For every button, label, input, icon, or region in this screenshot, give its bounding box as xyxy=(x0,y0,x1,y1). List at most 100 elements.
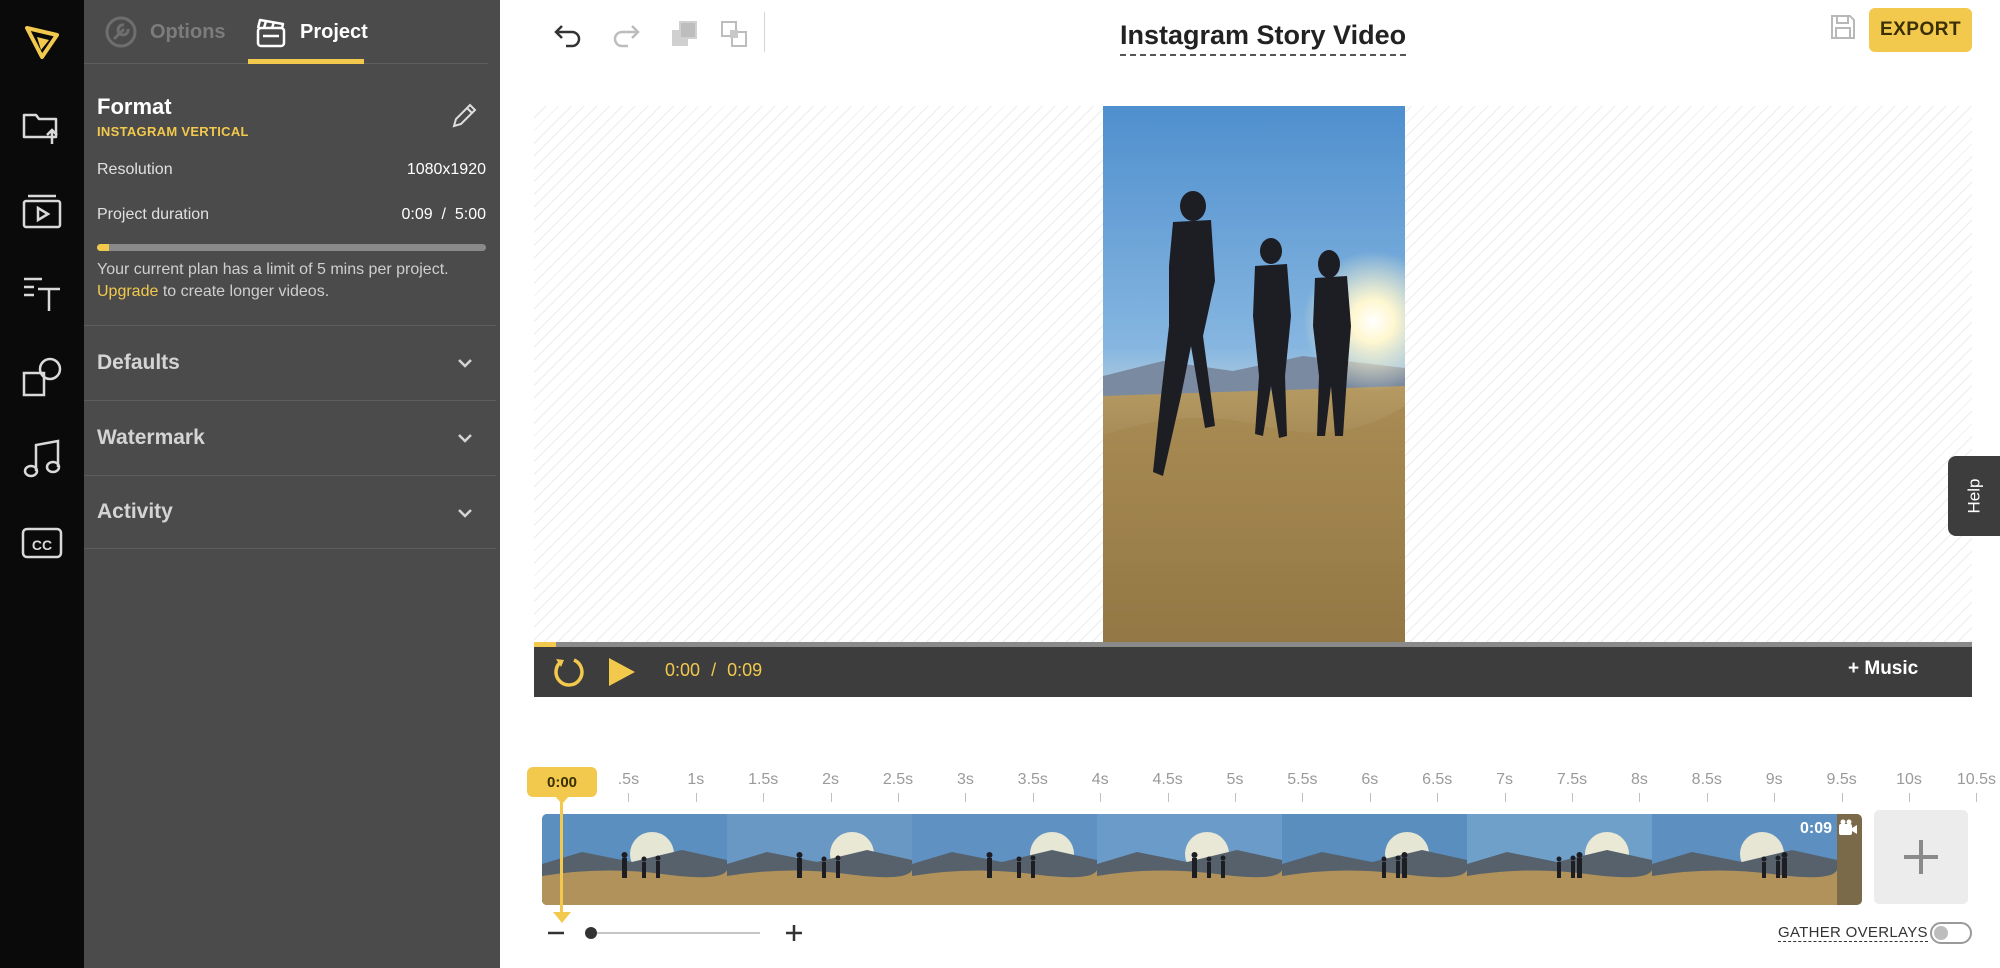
timeline-tick-mark xyxy=(1302,793,1304,802)
music-note-icon[interactable] xyxy=(0,424,84,494)
tab-options[interactable]: Options xyxy=(104,0,226,64)
closed-captions-icon[interactable]: CC xyxy=(0,508,84,578)
resolution-row: Resolution 1080x1920 xyxy=(97,161,486,179)
resolution-label: Resolution xyxy=(97,161,173,178)
save-icon[interactable] xyxy=(1828,12,1858,42)
timeline-tick-mark xyxy=(628,793,630,802)
timeline-tick-label: 6.5s xyxy=(1422,771,1453,788)
timeline-tick-mark xyxy=(1235,793,1236,802)
send-backward-button[interactable] xyxy=(714,14,754,54)
timeline-tick-mark xyxy=(1841,793,1843,802)
chevron-down-icon xyxy=(458,509,472,518)
clip-thumbnail xyxy=(542,814,727,905)
timeline-tick-mark xyxy=(1572,793,1573,802)
toolbar-divider xyxy=(764,12,765,52)
zoom-out-icon[interactable] xyxy=(545,922,567,944)
section-defaults[interactable]: Defaults xyxy=(84,325,496,399)
clip-thumbnail xyxy=(727,814,912,905)
zoom-slider-knob[interactable] xyxy=(585,927,597,939)
format-title: Format xyxy=(97,94,172,119)
timeline-tick-mark xyxy=(1032,793,1034,802)
timeline-tick-mark xyxy=(1774,793,1776,802)
text-icon[interactable] xyxy=(0,258,84,328)
timeline-tick-mark xyxy=(1639,793,1641,802)
timeline-tick-label: 3.5s xyxy=(1017,771,1048,788)
seek-bar-fill xyxy=(534,642,556,647)
gather-overlays-toggle[interactable] xyxy=(1930,922,1972,944)
bring-forward-icon xyxy=(672,21,697,46)
timeline-tick-label: 1s xyxy=(687,771,705,788)
zoom-in-icon[interactable] xyxy=(783,922,805,944)
playback-time: 0:00 / 0:09 xyxy=(665,660,762,681)
timeline-tick-mark xyxy=(1369,793,1371,802)
redo-icon xyxy=(613,25,640,48)
export-button[interactable]: EXPORT xyxy=(1869,8,1972,52)
toggle-knob xyxy=(1934,926,1948,940)
timeline-tick-label: .5s xyxy=(617,771,640,788)
video-preview[interactable] xyxy=(1103,106,1405,642)
timeline-tick-label: 4s xyxy=(1091,771,1109,788)
timeline-tick-label: 3s xyxy=(956,771,974,788)
undo-icon xyxy=(554,25,581,48)
video-clip[interactable] xyxy=(542,814,1862,905)
timeline-tick-label: 10.5s xyxy=(1956,771,1996,788)
send-backward-icon xyxy=(721,21,747,47)
section-defaults-label: Defaults xyxy=(97,350,180,374)
timeline-tick-label: 5s xyxy=(1226,771,1244,788)
shapes-icon[interactable] xyxy=(0,342,84,412)
seek-bar[interactable] xyxy=(534,642,1972,647)
section-activity[interactable]: Activity xyxy=(84,475,496,549)
redo-button[interactable] xyxy=(606,14,646,54)
timeline-tick-mark xyxy=(1504,793,1506,802)
section-activity-label: Activity xyxy=(97,500,173,523)
section-watermark[interactable]: Watermark xyxy=(84,400,496,474)
chevron-down-icon xyxy=(458,434,472,443)
timeline-tick-label: 7.5s xyxy=(1556,771,1588,788)
timeline-tick-label: 8s xyxy=(1630,771,1648,788)
add-clip-button[interactable] xyxy=(1874,810,1968,904)
timeline-tick-mark xyxy=(1437,793,1439,802)
playhead-line xyxy=(560,800,563,915)
app-rail: CC xyxy=(0,0,84,968)
tab-project-label: Project xyxy=(300,20,368,43)
timeline-tick-label: 9s xyxy=(1765,771,1783,788)
play-icon[interactable] xyxy=(604,655,638,689)
duration-value: 0:09 / 5:00 xyxy=(401,206,486,223)
duration-progress-fill xyxy=(97,244,109,251)
format-subtitle: INSTAGRAM VERTICAL xyxy=(97,124,249,139)
clip-thumbnail xyxy=(1097,814,1282,905)
zoom-slider-track[interactable] xyxy=(591,932,760,934)
total-time: 0:09 xyxy=(727,660,763,680)
timeline-tick-mark xyxy=(965,793,967,802)
chevron-down-icon xyxy=(458,359,472,368)
timeline-tick-label: 4.5s xyxy=(1152,771,1183,788)
add-music-button[interactable]: + Music xyxy=(1848,658,1918,680)
replay-icon[interactable] xyxy=(552,655,586,689)
help-tab[interactable]: Help xyxy=(1948,456,2000,536)
time-separator: / xyxy=(711,660,717,680)
folder-upload-icon[interactable] xyxy=(0,90,84,160)
playhead-handle[interactable]: 0:00 xyxy=(527,767,597,804)
current-time: 0:00 xyxy=(665,660,701,680)
edit-pencil-icon[interactable] xyxy=(448,100,480,132)
timeline-tick-mark xyxy=(830,793,832,802)
timeline-tick-label: 2s xyxy=(822,771,840,788)
undo-button[interactable] xyxy=(548,14,588,54)
svg-text:CC: CC xyxy=(32,537,52,553)
timeline-tick-mark xyxy=(1909,793,1910,802)
bring-forward-button[interactable] xyxy=(664,14,704,54)
help-label: Help xyxy=(1964,478,1983,514)
project-title-input[interactable]: Instagram Story Video xyxy=(1120,20,1407,56)
active-tab-indicator xyxy=(248,59,364,64)
plan-limit-text: Your current plan has a limit of 5 mins … xyxy=(97,261,449,278)
upgrade-link[interactable]: Upgrade xyxy=(97,283,158,300)
gather-overlays-label[interactable]: GATHER OVERLAYS xyxy=(1778,924,1928,942)
timeline-tick-label: 9.5s xyxy=(1826,771,1857,788)
tab-project[interactable]: Project xyxy=(254,0,368,64)
player-controls: 0:00 / 0:09 + Music xyxy=(534,642,1972,697)
timeline-tick-label: 7s xyxy=(1496,771,1514,788)
wrench-icon xyxy=(105,16,137,48)
logo-icon[interactable] xyxy=(0,6,84,76)
resolution-value: 1080x1920 xyxy=(406,161,486,178)
media-library-icon[interactable] xyxy=(0,176,84,246)
